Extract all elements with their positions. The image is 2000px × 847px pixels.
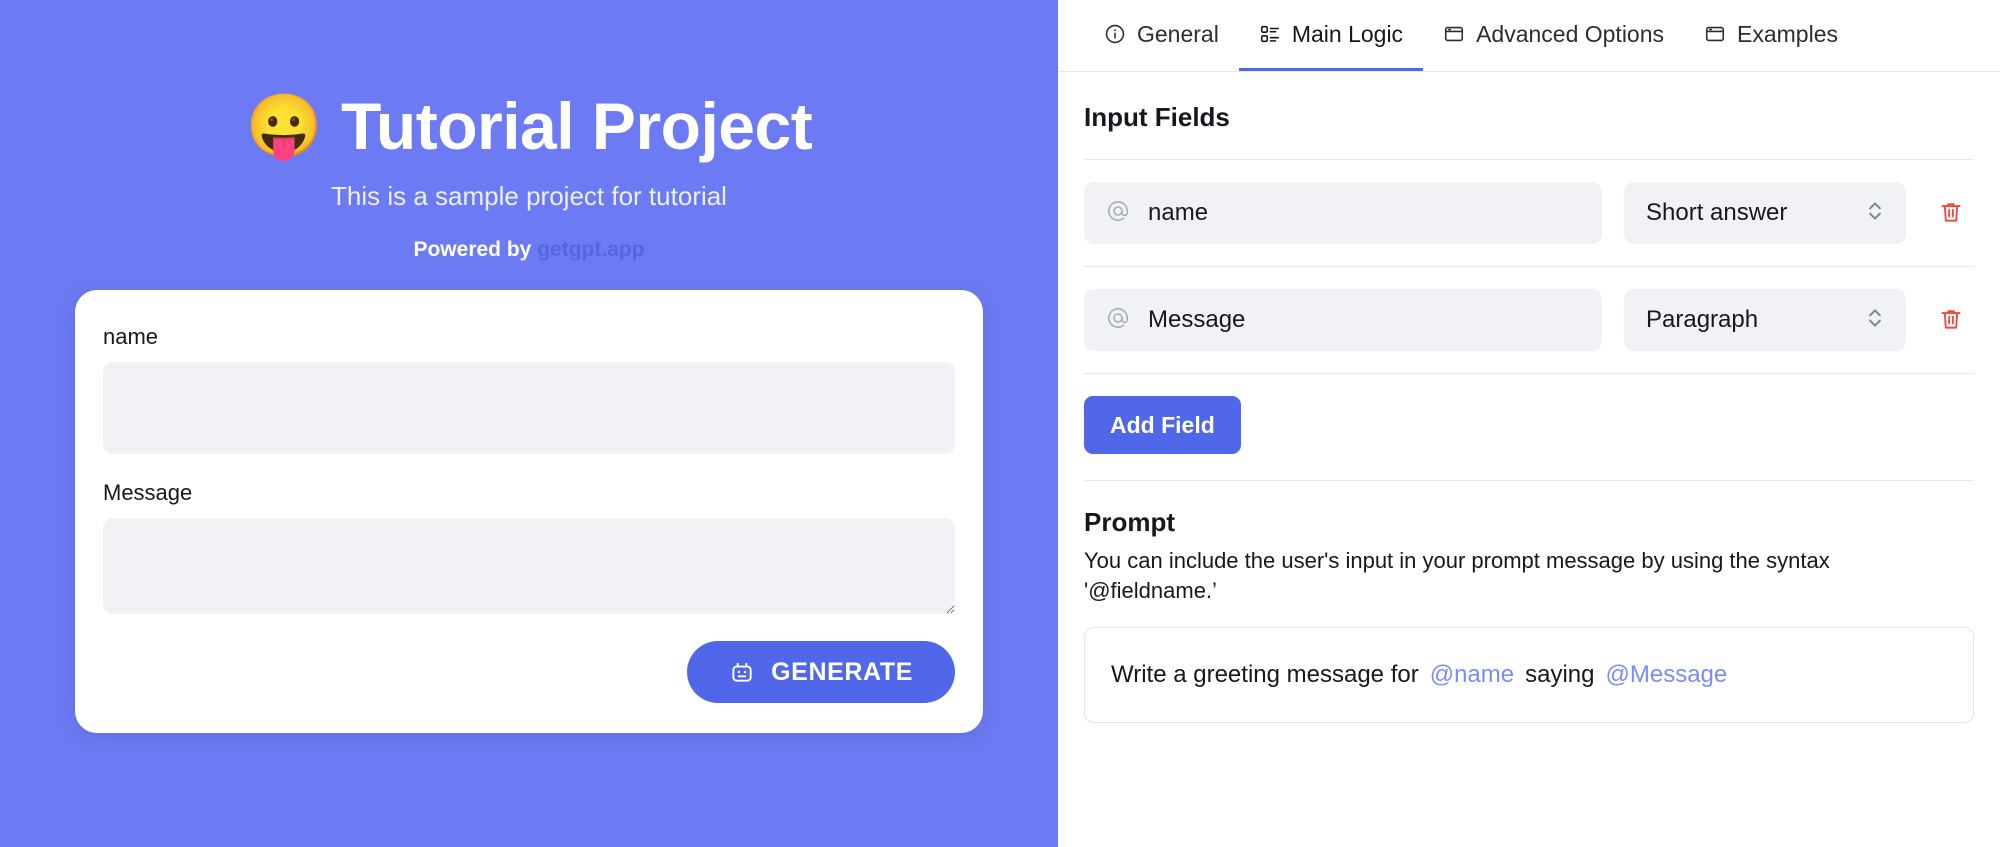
prompt-text-part: saying [1525,661,1595,689]
preview-input-name[interactable] [103,362,955,455]
tab-examples-label: Examples [1737,20,1838,47]
editor-tabs: General Main Logic Advanced Options Exam… [1058,0,2000,72]
prompt-heading: Prompt [1084,507,1175,537]
project-subtitle: This is a sample project for tutorial [331,181,727,212]
tab-examples[interactable]: Examples [1684,0,1858,71]
input-fields-heading: Input Fields [1084,102,1230,132]
editor-panel: General Main Logic Advanced Options Exam… [1058,0,2000,847]
at-icon [1106,199,1130,228]
generate-row: GENERATE [103,641,955,704]
project-preview-panel: 😛 Tutorial Project This is a sample proj… [0,0,1058,847]
prompt-help-text: You can include the user's input in your… [1084,548,1830,603]
project-emoji-icon: 😛 [245,91,323,161]
powered-by: Powered by getgpt.app [413,238,644,262]
field-name-input-message[interactable]: Message [1084,289,1602,351]
preview-field-label-message: Message [103,480,193,506]
tab-main-logic[interactable]: Main Logic [1238,0,1424,71]
table-row: name Short answer [1084,160,1974,266]
field-name-input-name[interactable]: name [1084,182,1602,244]
generate-button-label: GENERATE [771,657,913,686]
field-type-value: Paragraph [1646,306,1759,333]
preview-input-message[interactable] [103,518,955,615]
trash-icon [1938,199,1964,228]
preview-form-card: name Message GENERATE [75,290,983,734]
chevron-updown-icon [1866,304,1884,337]
info-circle-icon [1104,23,1126,45]
field-type-value: Short answer [1646,199,1788,226]
tab-main-logic-label: Main Logic [1291,20,1404,47]
prompt-editor[interactable]: Write a greeting message for @name sayin… [1084,627,1974,724]
preview-field-label-name: name [103,324,159,350]
chevron-updown-icon [1866,197,1884,230]
field-name-value: name [1148,199,1209,226]
project-header: 😛 Tutorial Project [245,89,813,163]
app-root: 😛 Tutorial Project This is a sample proj… [0,0,2000,847]
delete-field-button[interactable] [1928,306,1974,335]
prompt-text-part: Write a greeting message for [1111,661,1419,689]
field-type-select-name[interactable]: Short answer [1624,182,1906,244]
field-name-value: Message [1148,306,1246,333]
list-layout-icon [1259,23,1281,45]
tab-general-label: General [1137,20,1219,47]
field-type-select-message[interactable]: Paragraph [1624,289,1906,351]
trash-icon [1938,306,1964,335]
add-field-row: Add Field [1084,374,1974,480]
powered-by-label: Powered by [413,238,532,262]
tab-advanced-options[interactable]: Advanced Options [1423,0,1684,71]
table-row: Message Paragraph [1084,267,1974,373]
getgpt-link[interactable]: getgpt.app [537,238,644,261]
delete-field-button[interactable] [1928,199,1974,228]
at-icon [1106,306,1130,335]
add-field-button[interactable]: Add Field [1084,396,1241,454]
prompt-token-name[interactable]: @name [1430,661,1514,689]
prompt-token-message[interactable]: @Message [1605,661,1727,689]
main-logic-panel: Input Fields name Short answer Message P… [1058,72,2000,724]
tab-advanced-options-label: Advanced Options [1476,20,1665,47]
generate-button[interactable]: GENERATE [687,641,955,704]
window-icon [1704,23,1726,45]
robot-icon [729,659,755,685]
page-title: Tutorial Project [341,89,813,163]
tab-general[interactable]: General [1084,0,1239,71]
window-icon [1443,23,1465,45]
